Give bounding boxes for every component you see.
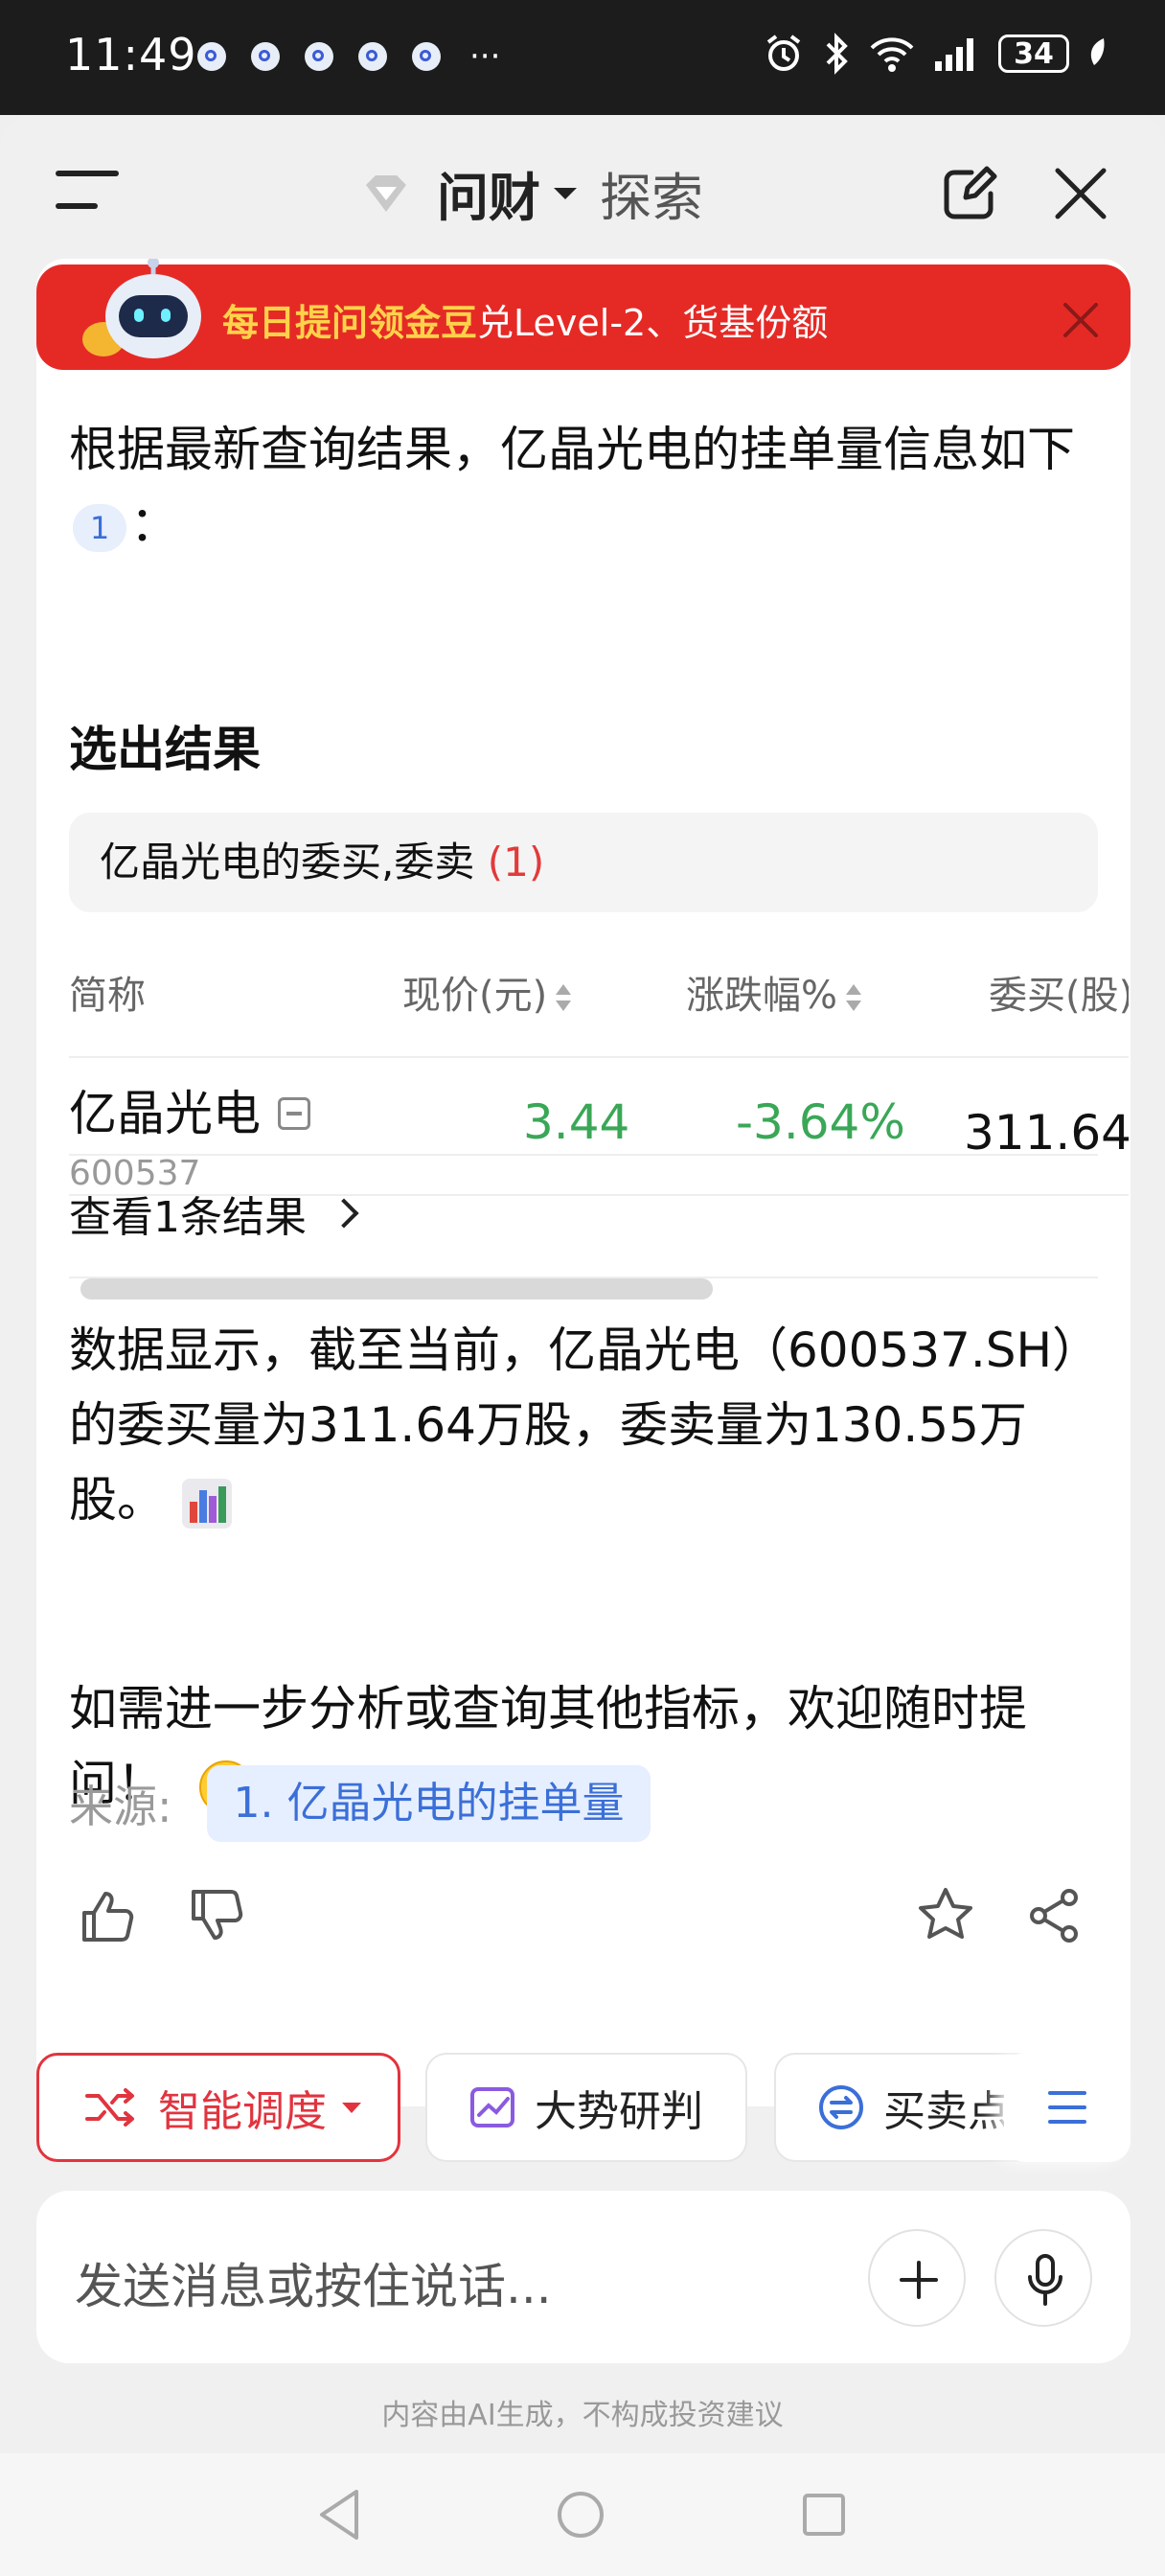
diamond-logo-icon xyxy=(366,174,406,212)
thumbs-down-icon[interactable] xyxy=(188,1886,247,1945)
system-nav-bar xyxy=(0,2453,1165,2576)
chip-market-trend[interactable]: 大势研判 xyxy=(425,2053,747,2162)
header-tabs: 问财 探索 xyxy=(362,155,703,231)
view-more-link[interactable]: 查看1条结果 xyxy=(69,1183,359,1244)
share-icon[interactable] xyxy=(1025,1886,1085,1945)
view-more-label: 查看1条结果 xyxy=(69,1193,307,1242)
promo-banner[interactable]: 每日提问领金豆兑Level-2、货基份额 xyxy=(36,259,1131,370)
query-text: 亿晶光电的委买,委卖 xyxy=(100,839,475,886)
chip-smart-dispatch[interactable]: 智能调度 xyxy=(36,2053,400,2162)
voice-button[interactable] xyxy=(994,2229,1092,2327)
back-icon[interactable] xyxy=(316,2488,362,2542)
answer-intro: 根据最新查询结果，亿晶光电的挂单量信息如下 1： xyxy=(69,412,1104,562)
disclaimer: 内容由AI生成，不构成投资建议 xyxy=(381,2399,784,2432)
shuffle-icon xyxy=(85,2088,134,2127)
bluetooth-icon xyxy=(826,33,848,75)
promo-highlight: 每日提问领金豆 xyxy=(222,302,478,344)
chip-label: 智能调度 xyxy=(158,2087,327,2136)
wifi-icon xyxy=(870,37,914,72)
divider xyxy=(69,1276,1098,1278)
summary-paragraph: 数据显示，截至当前，亿晶光电（600537.SH）的委买量为311.64万股，委… xyxy=(69,1313,1104,1537)
source-link[interactable]: 1. 亿晶光电的挂单量 xyxy=(206,1765,651,1842)
chat-panel: 问财 探索 每日提问领金豆兑Level-2、货基份额 根据最新查询结果，亿晶光电… xyxy=(0,115,1165,2453)
trend-chart-icon xyxy=(470,2087,514,2128)
status-bar: 11:49 ··· 34 xyxy=(0,0,1165,115)
plus-icon xyxy=(900,2261,938,2299)
table-header-change[interactable]: 涨跌幅% xyxy=(686,964,862,1020)
reference-chip[interactable]: 1 xyxy=(73,503,126,552)
table-header-name: 简称 xyxy=(69,974,146,1018)
chevron-down-icon[interactable] xyxy=(554,187,577,199)
add-button[interactable] xyxy=(868,2229,966,2327)
table-header-price[interactable]: 现价(元) xyxy=(402,964,572,1020)
collapse-icon[interactable] xyxy=(278,1096,310,1130)
star-icon[interactable] xyxy=(916,1886,975,1945)
app-notification-icon xyxy=(412,42,441,71)
battery-icon: 34 xyxy=(998,34,1069,73)
status-time: 11:49 xyxy=(65,29,197,80)
tab-explore[interactable]: 探索 xyxy=(600,155,703,231)
promo-subtext: 兑Level-2、货基份额 xyxy=(477,302,829,344)
horizontal-scrollbar[interactable] xyxy=(80,1278,713,1300)
chip-label: 买卖点 xyxy=(883,2087,1010,2136)
stock-price: 3.44 xyxy=(523,1094,630,1150)
table-header-buy: 委买(股) xyxy=(989,974,1129,1018)
close-icon[interactable] xyxy=(1052,165,1109,222)
section-title: 选出结果 xyxy=(69,722,261,777)
edit-icon[interactable] xyxy=(939,165,998,224)
sort-icon[interactable] xyxy=(555,982,572,1013)
chips-menu-button[interactable] xyxy=(1004,2053,1131,2162)
table-header-label: 现价(元) xyxy=(402,974,548,1018)
message-input[interactable]: 发送消息或按住说话... xyxy=(36,2191,1131,2363)
header: 问财 探索 xyxy=(0,115,1165,259)
chip-label: 大势研判 xyxy=(535,2087,703,2136)
source-row: 来源: 1. 亿晶光电的挂单量 xyxy=(69,1765,651,1842)
source-label: 来源: xyxy=(69,1781,172,1832)
more-dots-icon: ··· xyxy=(469,37,501,76)
alarm-icon xyxy=(766,34,801,71)
recents-icon[interactable] xyxy=(801,2492,847,2538)
app-notification-icon xyxy=(197,42,226,71)
app-notification-icon xyxy=(251,42,280,71)
answer-intro-text: 根据最新查询结果，亿晶光电的挂单量信息如下 xyxy=(69,422,1075,477)
notification-icons: ··· xyxy=(197,37,501,76)
microphone-icon xyxy=(1028,2254,1062,2306)
chevron-down-icon xyxy=(342,2102,361,2113)
chevron-right-icon xyxy=(329,1198,359,1229)
table-divider xyxy=(69,1056,1129,1058)
thumbs-up-icon[interactable] xyxy=(79,1886,138,1945)
stock-name: 亿晶光电 xyxy=(69,1086,261,1141)
app-notification-icon xyxy=(358,42,387,71)
app-notification-icon xyxy=(305,42,333,71)
bar-chart-emoji-icon xyxy=(181,1478,232,1529)
query-count: (1) xyxy=(487,839,545,886)
query-box[interactable]: 亿晶光电的委买,委卖 (1) xyxy=(69,813,1098,912)
home-icon[interactable] xyxy=(556,2490,605,2540)
divider xyxy=(69,1154,1098,1156)
quick-chips: 智能调度 大势研判 买卖点 xyxy=(36,2053,1131,2166)
promo-text: 每日提问领金豆兑Level-2、货基份额 xyxy=(222,293,828,346)
status-indicators: 34 xyxy=(763,33,1108,75)
signal-icon xyxy=(935,38,973,71)
list-menu-icon xyxy=(1048,2091,1086,2124)
exchange-icon xyxy=(819,2085,863,2129)
table-row-name[interactable]: 亿晶光电 xyxy=(69,1075,310,1144)
robot-mascot-icon xyxy=(82,259,201,358)
stock-change: -3.64% xyxy=(736,1094,905,1150)
sort-icon[interactable] xyxy=(845,982,862,1013)
close-icon[interactable] xyxy=(1062,301,1100,339)
menu-icon[interactable] xyxy=(56,171,119,209)
table-header-label: 涨跌幅% xyxy=(686,974,838,1018)
answer-intro-end: ： xyxy=(130,496,178,552)
leaf-icon xyxy=(1090,38,1105,65)
input-placeholder: 发送消息或按住说话... xyxy=(75,2259,552,2314)
tab-wencai[interactable]: 问财 xyxy=(437,155,540,231)
